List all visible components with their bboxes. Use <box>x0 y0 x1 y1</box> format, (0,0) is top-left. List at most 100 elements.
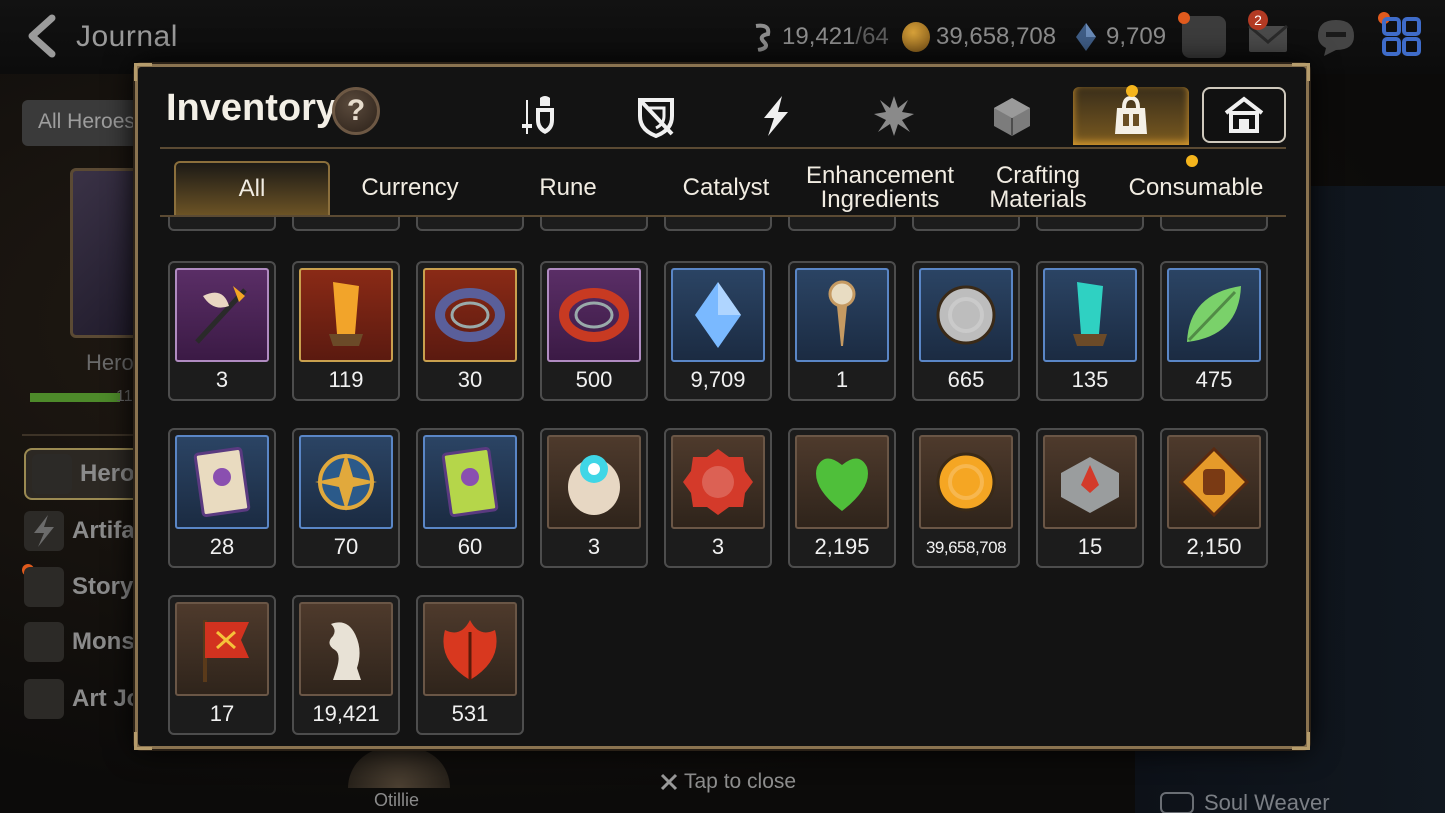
item-count: 531 <box>451 701 489 726</box>
stamina-icon <box>755 23 771 52</box>
item-slot[interactable]: 28 <box>168 428 276 568</box>
item-slot[interactable]: 39,658,708 <box>912 428 1020 568</box>
feather-quill-icon <box>195 286 247 344</box>
item-slot-partial[interactable] <box>416 217 524 231</box>
item-slot[interactable]: 2,150 <box>1160 428 1268 568</box>
shop-icon[interactable] <box>1182 16 1226 58</box>
item-slot[interactable]: 30 <box>416 261 524 401</box>
item-count: 2,195 <box>814 534 870 559</box>
item-slot-partial[interactable] <box>168 217 276 231</box>
item-art-frame <box>1167 435 1261 529</box>
item-slot-partial[interactable] <box>664 217 772 231</box>
item-slot[interactable]: 3 <box>540 428 648 568</box>
item-slot[interactable]: 70 <box>292 428 400 568</box>
chat-icon[interactable] <box>1314 16 1358 58</box>
stamina-max: /64 <box>855 23 889 50</box>
item-slot-partial[interactable] <box>1160 217 1268 231</box>
tab-materials[interactable] <box>836 87 952 145</box>
journal-menu-label: Story <box>72 573 134 600</box>
tab-divider <box>160 147 1286 149</box>
tap-to-close[interactable]: Tap to close <box>660 770 796 794</box>
star-amulet-icon <box>315 453 377 511</box>
item-art-frame <box>671 268 765 362</box>
subtab-enhancement-ingredients[interactable]: Enhancement Ingredients <box>802 161 958 215</box>
item-slot-partial[interactable] <box>912 217 1020 231</box>
crystal-value: 9,709 <box>1106 23 1167 50</box>
item-art-frame <box>1167 268 1261 362</box>
inventory-grid: 3 119 30 500 9,709 1 665 135 475 28 70 60 3 3 2,195 39,… <box>168 217 1278 737</box>
item-count: 17 <box>209 701 235 726</box>
war-banner-icon <box>203 620 249 682</box>
item-art-frame <box>547 268 641 362</box>
item-count: 475 <box>1195 367 1233 392</box>
item-slot-partial[interactable] <box>292 217 400 231</box>
item-count: 15 <box>1077 534 1103 559</box>
gold-icon <box>902 22 930 52</box>
item-art-frame <box>175 602 269 696</box>
item-slot[interactable]: 665 <box>912 261 1020 401</box>
item-count: 3 <box>711 534 725 559</box>
soul-weaver-text: Soul Weaver <box>1204 790 1330 813</box>
monster-icon <box>24 622 64 662</box>
item-count: 30 <box>457 367 483 392</box>
sky-stone-icon <box>695 282 741 348</box>
soul-weaver-label: Soul Weaver <box>1160 790 1330 813</box>
item-slot[interactable]: 119 <box>292 261 400 401</box>
item-slot-partial[interactable] <box>788 217 896 231</box>
bag-notification-dot <box>1126 85 1138 97</box>
subtab-currency[interactable]: Currency <box>332 161 488 215</box>
item-slot-partial[interactable] <box>1036 217 1144 231</box>
item-slot[interactable]: 3 <box>168 261 276 401</box>
back-arrow-icon[interactable] <box>22 14 62 58</box>
item-slot[interactable]: 475 <box>1160 261 1268 401</box>
help-button[interactable]: ? <box>332 87 380 135</box>
item-slot[interactable]: 60 <box>416 428 524 568</box>
consumable-notification-dot <box>1186 155 1198 167</box>
tab-storage[interactable] <box>1202 87 1286 143</box>
red-badge-icon <box>683 449 753 515</box>
menu-grid-icon[interactable] <box>1380 16 1424 58</box>
item-slot[interactable]: 531 <box>416 595 524 735</box>
item-slot-partial[interactable] <box>540 217 648 231</box>
item-slot[interactable]: 135 <box>1036 261 1144 401</box>
subtab-consumable[interactable]: Consumable <box>1118 161 1274 215</box>
item-art-frame <box>423 268 517 362</box>
item-slot[interactable]: 15 <box>1036 428 1144 568</box>
journal-menu-label: Mons <box>72 628 135 655</box>
frame-corner <box>1292 732 1310 750</box>
item-art-frame <box>299 602 393 696</box>
tab-skill[interactable] <box>718 87 834 145</box>
item-art-frame <box>423 602 517 696</box>
subtab-all[interactable]: All <box>174 161 330 215</box>
subtab-crafting-materials[interactable]: Crafting Materials <box>960 161 1116 215</box>
equipment-icon <box>522 96 554 134</box>
item-count: 119 <box>328 367 364 392</box>
tab-dice[interactable] <box>954 87 1070 145</box>
gold-display[interactable]: 39,658,708 <box>902 22 1056 52</box>
item-slot[interactable]: 2,195 <box>788 428 896 568</box>
stamina-display[interactable]: 19,421/64 <box>748 22 889 52</box>
frame-corner <box>134 63 152 81</box>
item-slot[interactable]: 3 <box>664 428 772 568</box>
item-art-frame <box>795 268 889 362</box>
item-slot[interactable]: 9,709 <box>664 261 772 401</box>
item-count: 39,658,708 <box>925 538 1007 557</box>
subtab-rune[interactable]: Rune <box>490 161 646 215</box>
material-splash-icon <box>874 96 914 136</box>
item-slot[interactable]: 500 <box>540 261 648 401</box>
skill-lightning-icon <box>764 96 788 136</box>
story-icon <box>24 567 64 607</box>
subtab-catalyst[interactable]: Catalyst <box>648 161 804 215</box>
all-heroes-filter[interactable]: All Heroes <box>22 100 142 146</box>
tab-equipment[interactable] <box>480 87 596 145</box>
item-slot[interactable]: 19,421 <box>292 595 400 735</box>
journal-menu-label: Artifa <box>72 517 135 544</box>
red-leaf-icon <box>443 620 497 680</box>
item-art-frame <box>1043 435 1137 529</box>
crystal-display[interactable]: 9,709 <box>1072 22 1166 52</box>
tab-artifact[interactable] <box>598 87 714 145</box>
item-count: 28 <box>209 534 235 559</box>
item-slot[interactable]: 17 <box>168 595 276 735</box>
item-slot[interactable]: 1 <box>788 261 896 401</box>
white-horse-icon <box>329 622 361 680</box>
